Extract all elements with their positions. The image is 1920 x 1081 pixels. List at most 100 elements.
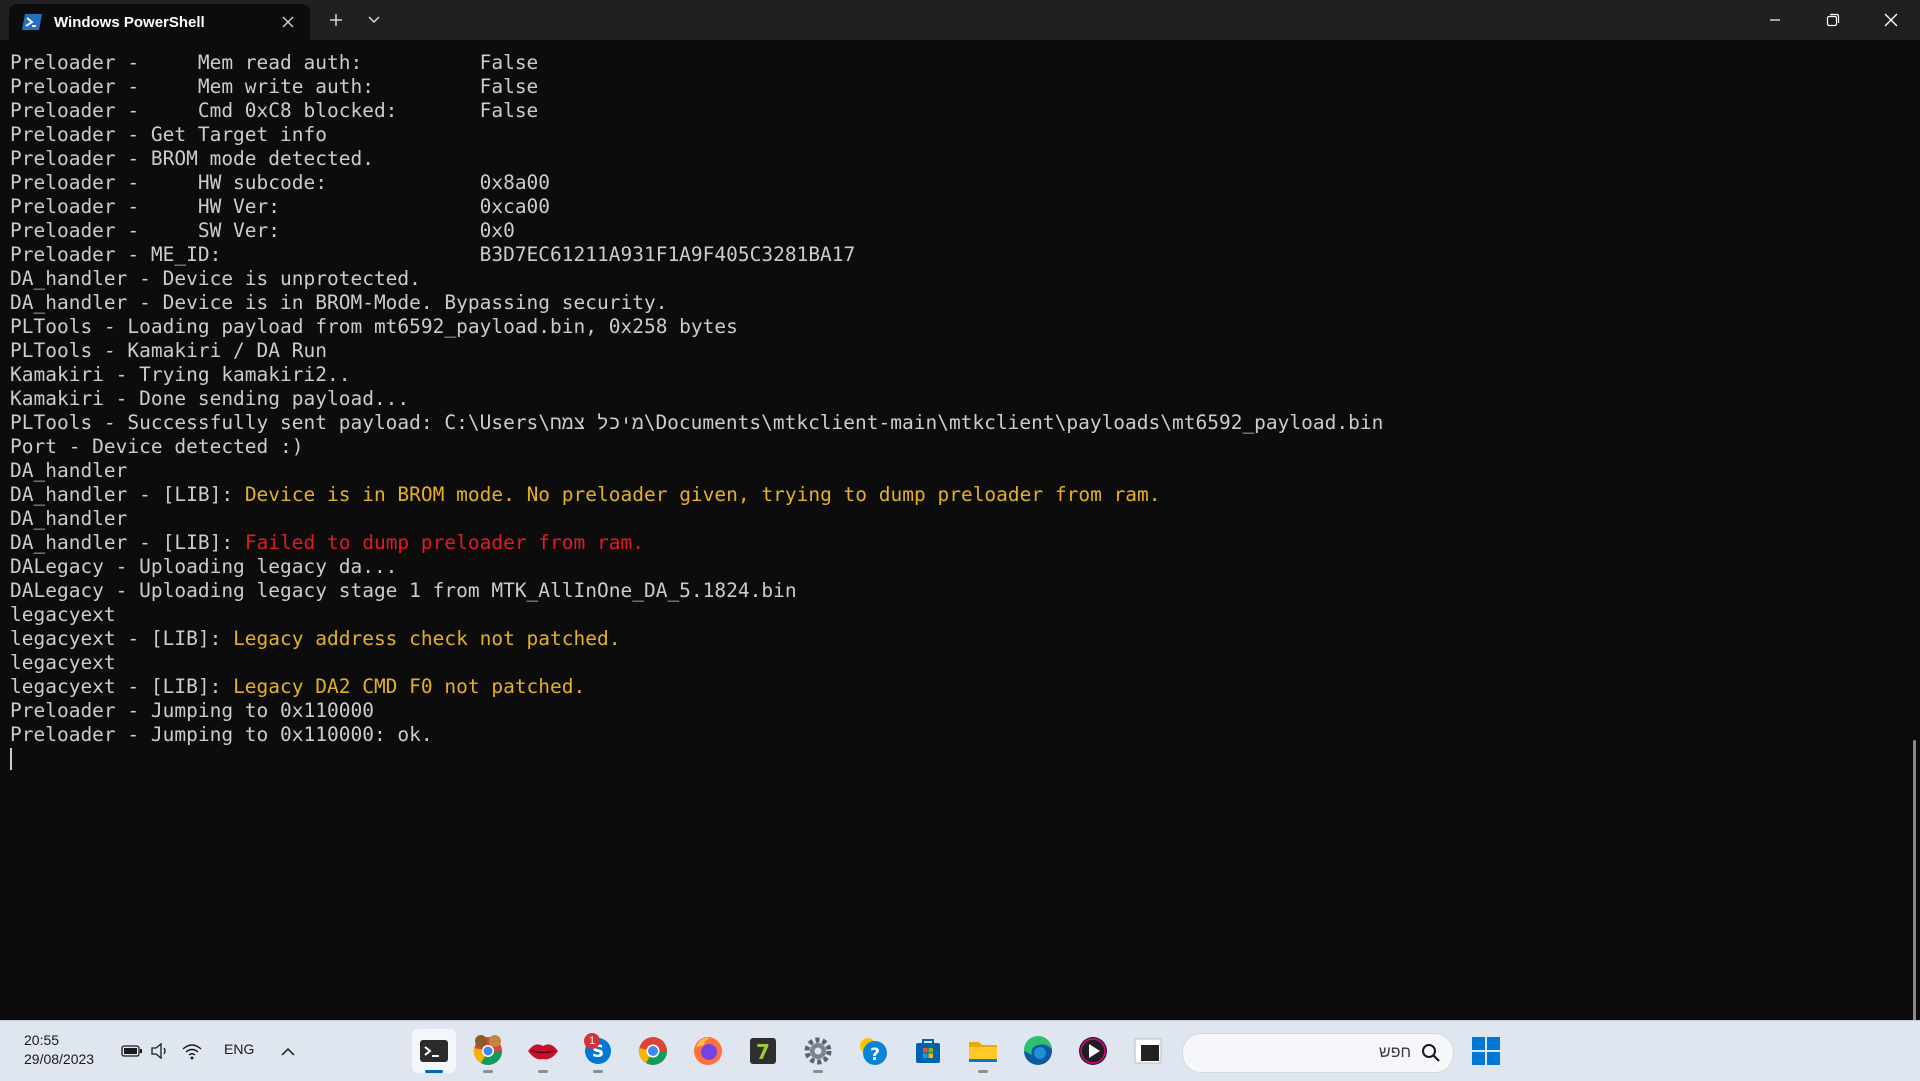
output-text: legacyext - [LIB]: [10, 675, 234, 698]
svg-text:7: 7 [756, 1040, 770, 1064]
media-player-icon [1079, 1037, 1107, 1065]
terminal-line: PLTools - Successfully sent payload: C:\… [10, 411, 1383, 435]
output-text: DA_handler [10, 459, 128, 482]
system-clock[interactable]: 20:55 29/08/2023 [24, 1031, 94, 1069]
taskbar-search-box[interactable]: חפש [1182, 1033, 1454, 1073]
terminal-output[interactable]: Preloader - Mem read auth: False Preloade… [0, 40, 1920, 1036]
tab-dropdown-button[interactable] [356, 4, 392, 36]
skype-app-button[interactable]: S 1 [576, 1029, 620, 1073]
lips-app-icon [528, 1044, 558, 1060]
running-indicator [593, 1070, 603, 1073]
output-text: Preloader - HW subcode: 0x8a00 [10, 171, 551, 194]
windows-logo-icon [1472, 1037, 1500, 1065]
chrome-app-button[interactable] [631, 1029, 675, 1073]
store-app-button[interactable] [906, 1029, 950, 1073]
terminal-line: legacyext [10, 651, 1383, 675]
terminal-line: PLTools - Loading payload from mt6592_pa… [10, 315, 1383, 339]
lips-app-button[interactable] [521, 1029, 565, 1073]
edge-icon [1023, 1035, 1052, 1065]
output-text: DA_handler - Device is unprotected. [10, 267, 421, 290]
warning-text: Device is in BROM mode. No preloader giv… [244, 483, 1161, 506]
text-cursor [10, 748, 12, 770]
terminal-line: Preloader - Jumping to 0x110000 [10, 699, 1383, 723]
output-text: Preloader - ME_ID: B3D7EC61211A931F1A9F4… [10, 243, 856, 266]
terminal-line: Preloader - Get Target info [10, 123, 1383, 147]
error-text: Failed to dump preloader from ram. [244, 531, 644, 554]
clock-date: 29/08/2023 [24, 1051, 95, 1067]
output-text: legacyext - [LIB]: [10, 627, 234, 650]
close-window-button[interactable] [1862, 0, 1920, 40]
output-text: DA_handler [10, 507, 128, 530]
output-text: Preloader - Mem read auth: False [10, 51, 539, 74]
terminal-lines: Preloader - Mem read auth: False Preloade… [10, 51, 1383, 771]
firefox-icon [694, 1037, 722, 1065]
wifi-icon[interactable] [180, 1039, 204, 1063]
edge-app-button[interactable] [1016, 1029, 1060, 1073]
running-indicator [483, 1070, 493, 1073]
tab-close-button[interactable] [274, 8, 302, 36]
restore-button[interactable] [1804, 0, 1862, 40]
terminal-line: DA_handler - Device is unprotected. [10, 267, 1383, 291]
close-icon [1884, 13, 1898, 27]
terminal-line: DA_handler - [LIB]: Failed to dump prelo… [10, 531, 1383, 555]
terminal-line: Kamakiri - Trying kamakiri2.. [10, 363, 1383, 387]
vertical-scrollbar[interactable] [1913, 740, 1916, 1036]
terminal-line: PLTools - Kamakiri / DA Run [10, 339, 1383, 363]
output-text: DALegacy - Uploading legacy da... [10, 555, 398, 578]
terminal-line: Preloader - HW subcode: 0x8a00 [10, 171, 1383, 195]
battery-icon[interactable] [120, 1039, 144, 1063]
search-placeholder: חפש [1379, 1044, 1411, 1061]
output-text: DA_handler - [LIB]: [10, 531, 245, 554]
new-tab-button[interactable] [318, 4, 354, 36]
terminal-line: Preloader - Mem write auth: False [10, 75, 1383, 99]
chevron-up-icon[interactable] [276, 1039, 300, 1063]
chrome-icon [638, 1037, 667, 1065]
running-indicator [538, 1070, 548, 1073]
terminal-line: Preloader - Jumping to 0x110000: ok. [10, 723, 1383, 747]
terminal-line: DA_handler - Device is in BROM-Mode. Byp… [10, 291, 1383, 315]
store-icon [916, 1039, 940, 1063]
tab-title: Windows PowerShell [54, 13, 205, 31]
file-explorer-app-button[interactable] [961, 1029, 1005, 1073]
search-icon [1421, 1043, 1441, 1063]
tab-powershell[interactable]: Windows PowerShell [9, 4, 310, 40]
firefox-app-button[interactable] [686, 1029, 730, 1073]
7zip-app-button[interactable]: 7 [741, 1029, 785, 1073]
window-app-button[interactable] [1126, 1029, 1170, 1073]
minimize-button[interactable] [1746, 0, 1804, 40]
language-indicator[interactable]: ENG [224, 1041, 254, 1057]
output-text: DALegacy - Uploading legacy stage 1 from… [10, 579, 797, 602]
restore-icon [1826, 13, 1840, 27]
terminal-line: legacyext - [LIB]: Legacy address check … [10, 627, 1383, 651]
terminal-line: Preloader - Cmd 0xC8 blocked: False [10, 99, 1383, 123]
plus-icon [330, 14, 342, 26]
running-indicator [978, 1070, 988, 1073]
prompt-line[interactable] [10, 747, 1383, 771]
terminal-line: Port - Device detected :) [10, 435, 1383, 459]
settings-app-button[interactable] [796, 1029, 840, 1073]
output-text: PLTools - Kamakiri / DA Run [10, 339, 327, 362]
terminal-line: DA_handler [10, 507, 1383, 531]
clock-time: 20:55 [24, 1032, 60, 1048]
media-player-app-button[interactable] [1071, 1029, 1115, 1073]
output-text: Preloader - Cmd 0xC8 blocked: False [10, 99, 539, 122]
output-text: Preloader - SW Ver: 0x0 [10, 219, 515, 242]
volume-icon[interactable] [148, 1039, 172, 1063]
terminal-line: Preloader - BROM mode detected. [10, 147, 1383, 171]
terminal-line: DA_handler [10, 459, 1383, 483]
chrome-profile-icon [473, 1035, 502, 1065]
output-text: Preloader - HW Ver: 0xca00 [10, 195, 551, 218]
start-button[interactable] [1464, 1029, 1508, 1073]
output-text: Preloader - Get Target info [10, 123, 327, 146]
terminal-line: Preloader - SW Ver: 0x0 [10, 219, 1383, 243]
taskbar: 20:55 29/08/2023 ENG S 1 7 ? חפש [0, 1020, 1920, 1081]
help-app-button[interactable]: ? [851, 1029, 895, 1073]
title-bar: Windows PowerShell [0, 0, 1920, 40]
output-text: PLTools - Loading payload from mt6592_pa… [10, 315, 738, 338]
chrome-profile-app-button[interactable] [466, 1029, 510, 1073]
output-text: legacyext [10, 651, 116, 674]
output-text: legacyext [10, 603, 116, 626]
7zip-icon: 7 [750, 1038, 776, 1064]
terminal-line: Preloader - ME_ID: B3D7EC61211A931F1A9F4… [10, 243, 1383, 267]
terminal-app-button[interactable] [412, 1029, 456, 1073]
